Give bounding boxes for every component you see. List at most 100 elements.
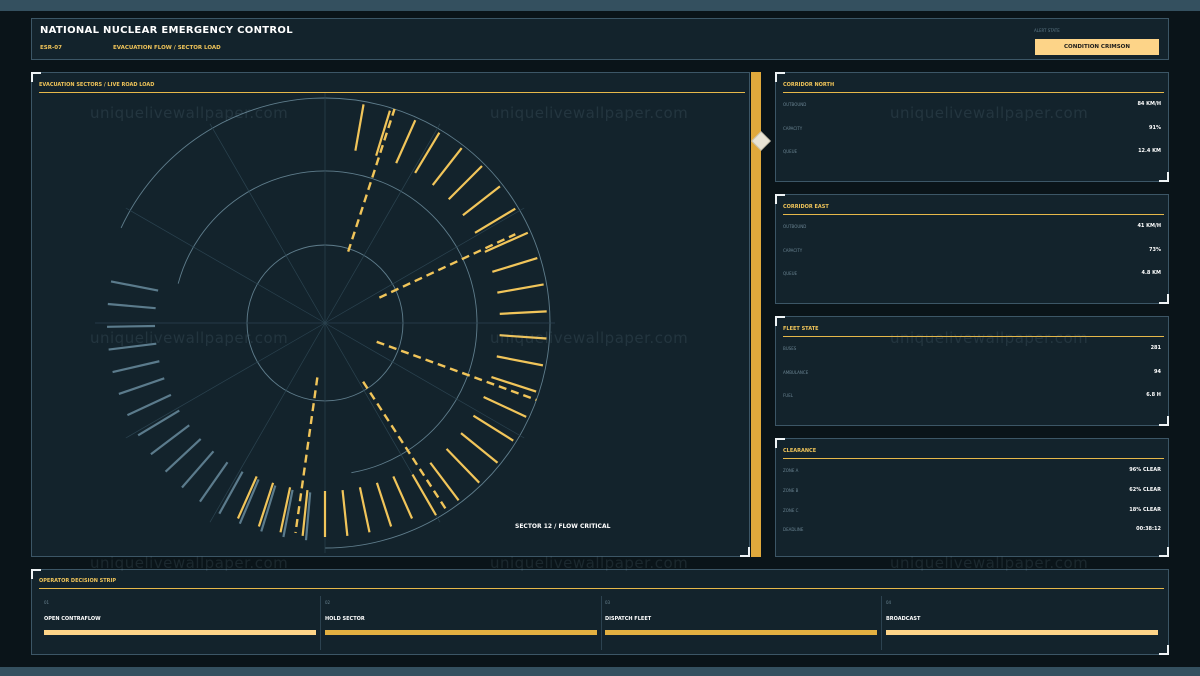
radar-spoke	[324, 207, 525, 324]
load-bar	[429, 462, 460, 501]
stat-value: 6.8 H	[1146, 392, 1161, 398]
load-bar	[107, 324, 156, 328]
load-bar	[218, 471, 244, 515]
flow-vector	[378, 233, 516, 299]
panel-corner	[775, 316, 785, 326]
stat-value: 96% CLEAR	[1129, 467, 1161, 473]
load-bar	[445, 448, 481, 484]
load-bar	[496, 355, 544, 367]
load-bar	[474, 207, 516, 234]
stat-label: FUEL	[783, 393, 793, 398]
load-bar	[462, 185, 501, 217]
decision-label: OPEN CONTRAFLOW	[44, 616, 101, 622]
stat-label: QUEUE	[783, 149, 798, 154]
panel-corner	[1159, 645, 1169, 655]
stat-value: 73%	[1149, 247, 1161, 253]
panel-corner	[775, 72, 785, 82]
load-bar	[483, 395, 527, 418]
stat-value: 4.8 KM	[1141, 270, 1161, 276]
stat-value: 00:38:12	[1136, 526, 1161, 532]
load-bar	[108, 342, 157, 351]
stat-label: AMBULANCE	[783, 370, 809, 375]
load-bar	[411, 474, 437, 516]
load-bar	[164, 438, 202, 473]
flow-vector	[347, 108, 396, 253]
radar-spoke	[209, 123, 326, 324]
panel-title: CORRIDOR EAST	[783, 204, 829, 210]
panel-title-rule	[783, 92, 1164, 93]
load-bar	[260, 485, 277, 532]
panel-corner	[1159, 294, 1169, 304]
stat-label: ZONE B	[783, 488, 799, 493]
stat-label: CAPACITY	[783, 126, 803, 131]
load-bar	[499, 310, 547, 315]
load-bar	[150, 424, 190, 456]
stat-label: BUSES	[783, 346, 797, 351]
load-bar	[199, 461, 229, 503]
decision-number: 04	[886, 600, 892, 605]
load-bar	[484, 231, 529, 253]
load-bar	[460, 432, 499, 464]
column-divider	[320, 596, 321, 650]
panel-title-rule	[783, 214, 1164, 215]
decision-broadcast[interactable]: 04 BROADCAST	[886, 596, 1158, 650]
decision-label: BROADCAST	[886, 616, 921, 622]
panel-corner	[1159, 172, 1169, 182]
stat-label: ZONE C	[783, 508, 799, 513]
stat-value: 41 KM/H	[1137, 223, 1161, 229]
operator-decision-strip: OPERATOR DECISION STRIP 01 OPEN CONTRAFL…	[31, 569, 1169, 655]
panel-title-rule	[783, 336, 1164, 337]
stat-label: CAPACITY	[783, 248, 803, 253]
load-bar	[492, 257, 538, 273]
column-divider	[601, 596, 602, 650]
corridor-east-panel: CORRIDOR EAST OUTBOUND 41 KM/H CAPACITY …	[775, 194, 1169, 304]
decision-dispatch-fleet[interactable]: 03 DISPATCH FLEET	[605, 596, 877, 650]
bottom-band	[0, 667, 1200, 676]
stat-value: 94	[1154, 369, 1161, 375]
stat-label: OUTBOUND	[783, 102, 807, 107]
decision-label: HOLD SECTOR	[325, 616, 365, 622]
load-bar	[395, 119, 417, 164]
stat-value: 12.4 KM	[1138, 148, 1161, 154]
stat-value: 91%	[1149, 125, 1161, 131]
column-divider	[881, 596, 882, 650]
panel-title: OPERATOR DECISION STRIP	[39, 578, 117, 584]
decision-bar	[605, 630, 877, 635]
panel-title: CORRIDOR NORTH	[783, 82, 835, 88]
radar-ring	[324, 244, 404, 324]
panel-corner	[1159, 416, 1169, 426]
load-bar	[341, 489, 349, 536]
load-bar	[236, 476, 258, 519]
corridor-north-panel: CORRIDOR NORTH OUTBOUND 84 KM/H CAPACITY…	[775, 72, 1169, 182]
decision-hold-sector[interactable]: 02 HOLD SECTOR	[325, 596, 597, 650]
load-bar	[137, 409, 180, 437]
load-bar	[107, 302, 156, 310]
decision-bar	[44, 630, 316, 635]
decision-open-contraflow[interactable]: 01 OPEN CONTRAFLOW	[44, 596, 316, 650]
decision-number: 01	[44, 600, 50, 605]
stat-label: DEADLINE	[783, 527, 804, 532]
stat-value: 62% CLEAR	[1129, 487, 1161, 493]
decision-number: 02	[325, 600, 331, 605]
load-bar	[491, 376, 537, 393]
load-bar	[181, 450, 215, 489]
flow-vector	[376, 340, 537, 402]
panel-corner	[775, 194, 785, 204]
stat-label: ZONE A	[783, 468, 799, 473]
radar-spoke	[125, 207, 326, 324]
decision-bar	[325, 630, 597, 635]
load-bar	[499, 334, 547, 340]
load-bar	[238, 479, 260, 525]
stat-label: QUEUE	[783, 271, 798, 276]
load-bar	[392, 476, 414, 519]
decision-label: DISPATCH FLEET	[605, 616, 652, 622]
decision-number: 03	[605, 600, 611, 605]
panel-corner	[775, 438, 785, 448]
load-bar	[358, 487, 371, 533]
load-bar	[431, 147, 463, 186]
stat-value: 281	[1150, 345, 1161, 351]
load-bar	[112, 360, 160, 374]
load-bar	[110, 280, 159, 292]
panel-corner	[1159, 547, 1169, 557]
stat-value: 18% CLEAR	[1129, 507, 1161, 513]
